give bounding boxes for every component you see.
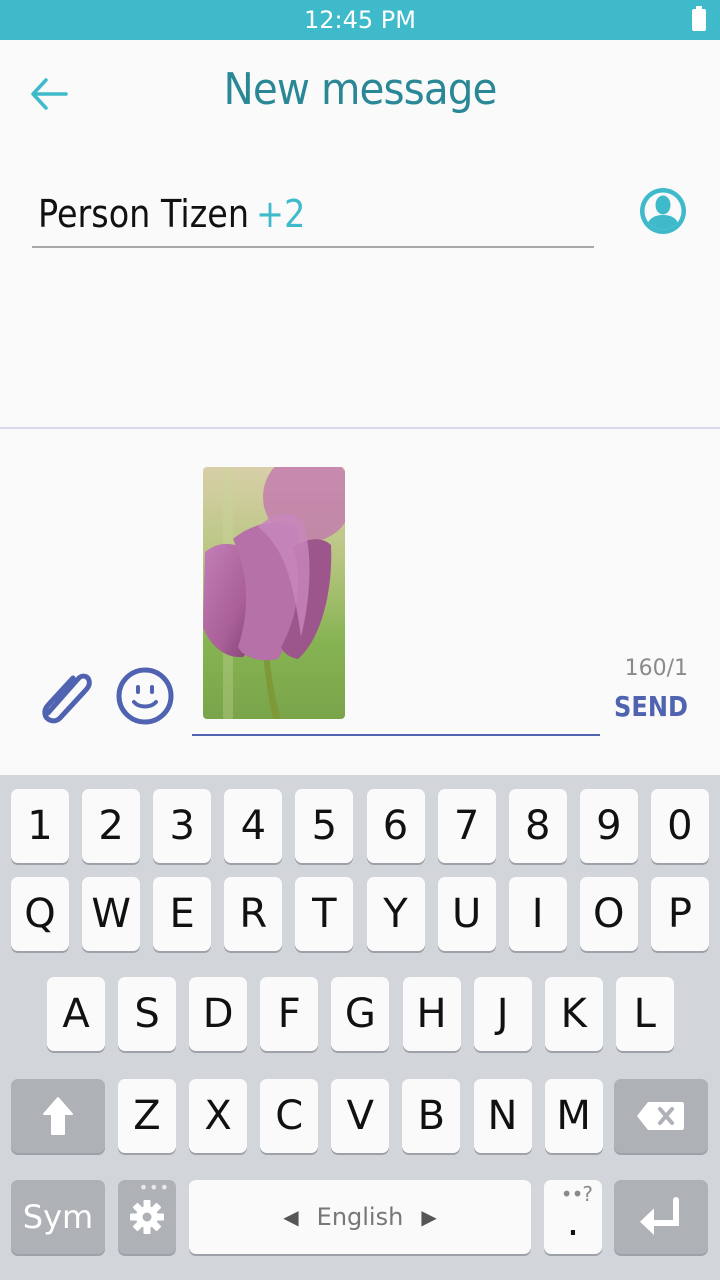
- attach-button[interactable]: [36, 664, 100, 728]
- key-6[interactable]: 6: [366, 789, 425, 863]
- key-p[interactable]: P: [650, 877, 709, 951]
- key-l[interactable]: L: [615, 977, 674, 1051]
- shift-key[interactable]: [11, 1079, 105, 1153]
- key-9[interactable]: 9: [579, 789, 638, 863]
- key-4[interactable]: 4: [224, 789, 283, 863]
- key-x[interactable]: X: [189, 1079, 248, 1153]
- backspace-key[interactable]: [614, 1079, 708, 1153]
- key-k[interactable]: K: [544, 977, 603, 1051]
- status-time: 12:45 PM: [304, 6, 416, 34]
- key-u[interactable]: U: [437, 877, 496, 951]
- caret-left-icon: ◀: [283, 1205, 299, 1229]
- character-counter: 160/1: [624, 656, 688, 681]
- emoji-button[interactable]: [114, 665, 176, 727]
- period-key[interactable]: ••? .: [544, 1180, 602, 1254]
- message-input[interactable]: [192, 460, 600, 736]
- status-bar: 12:45 PM: [0, 0, 720, 40]
- key-3[interactable]: 3: [153, 789, 212, 863]
- key-d[interactable]: D: [189, 977, 248, 1051]
- contact-person-icon: [640, 188, 686, 234]
- key-n[interactable]: N: [473, 1079, 532, 1153]
- page-title: New message: [223, 64, 498, 115]
- key-j[interactable]: J: [473, 977, 532, 1051]
- key-r[interactable]: R: [224, 877, 283, 951]
- key-a[interactable]: A: [47, 977, 105, 1051]
- key-z[interactable]: Z: [118, 1079, 176, 1153]
- sym-key[interactable]: Sym: [11, 1180, 105, 1254]
- recipient-name: Person Tizen: [38, 192, 250, 236]
- key-0[interactable]: 0: [650, 789, 709, 863]
- section-divider: [0, 427, 720, 429]
- backspace-icon: [637, 1102, 684, 1130]
- enter-key[interactable]: [614, 1180, 708, 1254]
- new-message-screen: 12:45 PM New message Person Tizen +2 160…: [0, 0, 720, 1280]
- key-1[interactable]: 1: [11, 789, 69, 863]
- key-v[interactable]: V: [331, 1079, 390, 1153]
- key-s[interactable]: S: [118, 977, 177, 1051]
- space-language-label: English: [316, 1203, 404, 1231]
- key-q[interactable]: Q: [11, 877, 69, 951]
- period-key-alt-label: ••?: [560, 1182, 593, 1206]
- key-i[interactable]: I: [508, 877, 567, 951]
- more-options-dots: •••: [138, 1178, 170, 1197]
- key-o[interactable]: O: [579, 877, 638, 951]
- on-screen-keyboard: 1234567890 QWERTYUIOP ASDFGHJKL ZXCVBNM …: [0, 775, 720, 1280]
- key-h[interactable]: H: [402, 977, 461, 1051]
- key-t[interactable]: T: [295, 877, 354, 951]
- recipient-more-count[interactable]: +2: [256, 192, 305, 236]
- space-key[interactable]: ◀ English ▶: [189, 1180, 531, 1254]
- key-7[interactable]: 7: [437, 789, 496, 863]
- key-w[interactable]: W: [82, 877, 141, 951]
- key-8[interactable]: 8: [508, 789, 567, 863]
- key-y[interactable]: Y: [366, 877, 425, 951]
- contact-picker-button[interactable]: [638, 186, 688, 236]
- key-c[interactable]: C: [260, 1079, 319, 1153]
- recipient-text: Person Tizen +2: [38, 192, 305, 236]
- key-g[interactable]: G: [331, 977, 390, 1051]
- key-5[interactable]: 5: [295, 789, 354, 863]
- image-attachment-thumbnail[interactable]: [203, 467, 345, 719]
- caret-right-icon: ▶: [421, 1205, 437, 1229]
- key-b[interactable]: B: [402, 1079, 461, 1153]
- battery-full-icon: [692, 6, 706, 31]
- recipient-field[interactable]: Person Tizen +2: [32, 184, 594, 248]
- shift-arrow-icon: [43, 1097, 73, 1135]
- key-e[interactable]: E: [153, 877, 212, 951]
- settings-key[interactable]: •••: [118, 1178, 176, 1254]
- key-2[interactable]: 2: [82, 789, 141, 863]
- key-m[interactable]: M: [544, 1079, 603, 1153]
- gear-icon: [130, 1200, 164, 1234]
- tulip-image: [203, 467, 345, 719]
- smiley-icon: [116, 667, 174, 725]
- paperclip-icon: [42, 673, 92, 724]
- send-button[interactable]: SEND: [614, 690, 688, 723]
- key-f[interactable]: F: [260, 977, 319, 1051]
- enter-icon: [640, 1197, 679, 1235]
